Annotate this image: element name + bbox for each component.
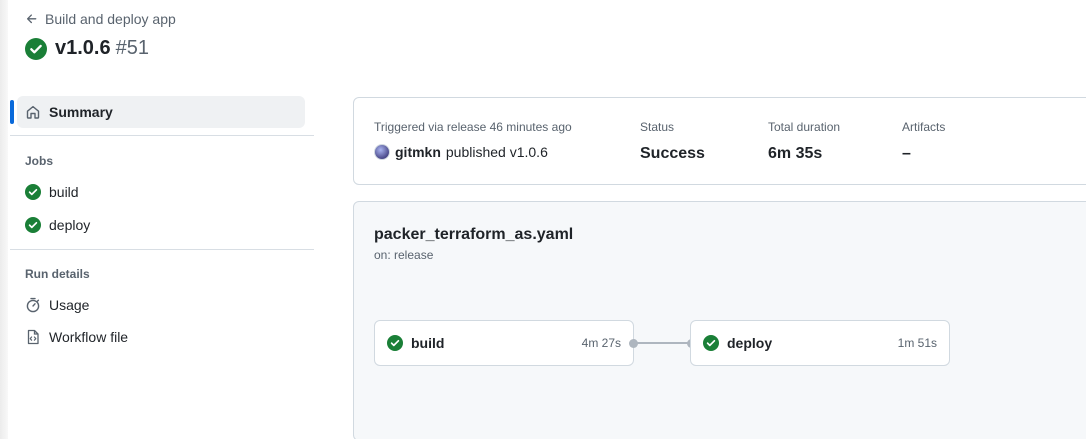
- job-name: deploy: [727, 335, 773, 351]
- duration-value: 6m 35s: [768, 145, 823, 162]
- user-link[interactable]: gitmkn: [395, 144, 441, 160]
- sidebar-item-summary[interactable]: Summary: [10, 96, 305, 128]
- trigger-label: Triggered via release 46 minutes ago: [374, 120, 572, 134]
- check-circle-icon: [387, 335, 403, 351]
- status-value: Success: [640, 145, 705, 162]
- sidebar: Summary Jobs build deploy Run details Us…: [10, 96, 314, 353]
- check-circle-icon: [703, 335, 719, 351]
- job-node-build[interactable]: build 4m 27s: [374, 320, 634, 366]
- workflow-file-name[interactable]: packer_terraform_as.yaml: [374, 226, 573, 244]
- run-name: v1.0.6: [55, 37, 111, 59]
- artifacts-value: –: [902, 145, 911, 162]
- divider: [10, 135, 314, 136]
- page-title: v1.0.6 #51: [25, 37, 149, 60]
- sidebar-item-label: build: [49, 184, 79, 200]
- file-code-icon: [27, 329, 39, 345]
- trigger-action: published v1.0.6: [445, 144, 548, 160]
- trigger-info: Triggered via release 46 minutes ago git…: [374, 120, 572, 160]
- back-link[interactable]: Build and deploy app: [25, 11, 176, 27]
- status-label: Status: [640, 120, 675, 134]
- job-connector: [634, 342, 692, 344]
- workflow-trigger: on: release: [374, 248, 434, 262]
- sidebar-item-workflow-file[interactable]: Workflow file: [10, 321, 314, 353]
- run-summary-card: Triggered via release 46 minutes ago git…: [353, 97, 1086, 185]
- job-node-deploy[interactable]: deploy 1m 51s: [690, 320, 950, 366]
- check-circle-icon: [25, 217, 41, 233]
- artifacts-label: Artifacts: [902, 120, 946, 134]
- arrow-left-icon: [26, 14, 37, 24]
- back-link-label: Build and deploy app: [45, 11, 176, 27]
- stopwatch-icon: [26, 297, 40, 313]
- check-circle-icon: [25, 37, 47, 60]
- workflow-graph: packer_terraform_as.yaml on: release bui…: [353, 201, 1086, 439]
- avatar[interactable]: [374, 144, 390, 160]
- home-icon: [26, 105, 40, 119]
- job-duration: 1m 51s: [897, 336, 937, 350]
- active-indicator: [10, 100, 14, 124]
- check-circle-icon: [25, 184, 41, 200]
- trigger-actor: gitmkn published v1.0.6: [374, 144, 572, 160]
- run-number: #51: [115, 37, 149, 59]
- sidebar-item-label: Workflow file: [49, 329, 129, 345]
- sidebar-item-deploy[interactable]: deploy: [10, 209, 314, 241]
- window-edge: [0, 0, 8, 439]
- jobs-heading: Jobs: [25, 154, 54, 168]
- job-duration: 4m 27s: [581, 336, 621, 350]
- sidebar-item-usage[interactable]: Usage: [10, 289, 314, 321]
- artifacts-info: Artifacts –: [902, 120, 945, 163]
- divider: [10, 249, 314, 250]
- duration-label: Total duration: [768, 120, 841, 134]
- sidebar-item-label: Usage: [49, 297, 90, 313]
- sidebar-item-label: Summary: [49, 104, 113, 120]
- duration-info: Total duration 6m 35s: [768, 120, 840, 163]
- sidebar-item-label: deploy: [49, 217, 91, 233]
- job-name: build: [411, 335, 445, 351]
- sidebar-item-build[interactable]: build: [10, 176, 314, 208]
- connector-dot: [629, 339, 638, 348]
- run-details-heading: Run details: [25, 267, 90, 281]
- status-info: Status Success: [640, 120, 705, 163]
